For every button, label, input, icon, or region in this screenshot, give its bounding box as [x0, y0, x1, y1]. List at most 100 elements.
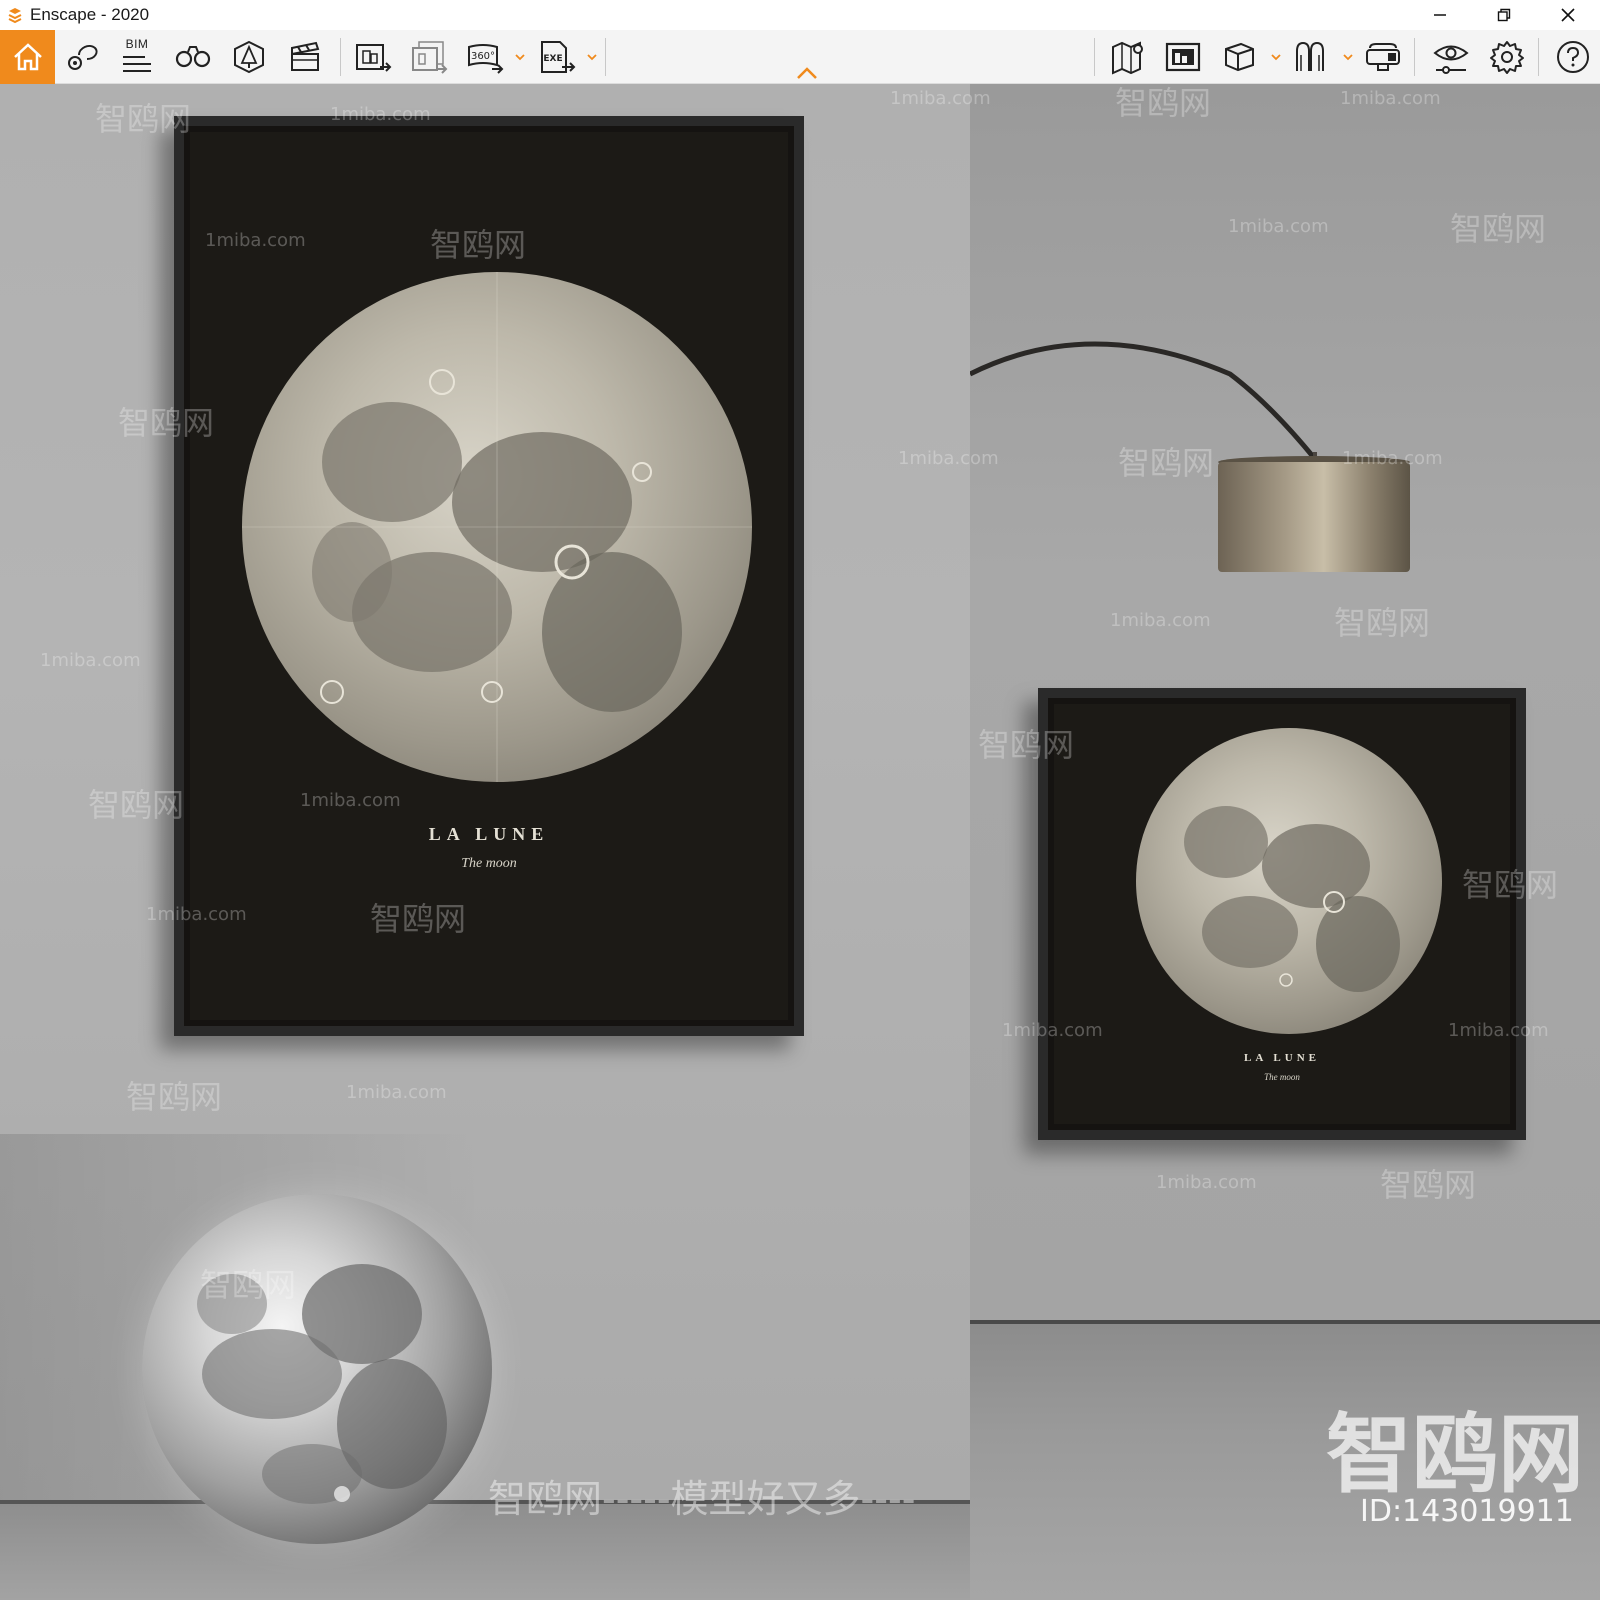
- material-editor-button[interactable]: [1288, 30, 1334, 84]
- watermark-url: 1miba.com: [898, 448, 999, 469]
- watermark-cn: 智鸥网: [200, 1266, 297, 1304]
- watermark-cn: 智鸥网: [370, 900, 467, 938]
- batch-render-icon: [412, 41, 448, 74]
- watermark-cn: 智鸥网: [1118, 444, 1215, 482]
- settings-gear-icon: [1490, 41, 1524, 74]
- panorama-dropdown-chevron-icon[interactable]: [514, 50, 526, 64]
- asset-library-button[interactable]: [226, 30, 272, 84]
- vr-headset-button[interactable]: [1360, 30, 1406, 84]
- poster-title-small: LA LUNE: [1244, 1052, 1320, 1064]
- moon-lamp: [142, 1194, 492, 1544]
- watermark-cn: 智鸥网: [118, 404, 215, 442]
- watermark-url: 1miba.com: [205, 230, 306, 251]
- binoculars-button[interactable]: [170, 30, 216, 84]
- exe-export-icon: EXE: [541, 41, 576, 73]
- watermark-brand: 智鸥网: [1326, 1405, 1584, 1505]
- main-toolbar: BIM 360° EXE: [0, 30, 1600, 84]
- watermark-cn: 智鸥网: [126, 1078, 223, 1116]
- poster-subtitle-small: The moon: [1264, 1072, 1300, 1082]
- screenshot-export-button[interactable]: [350, 30, 396, 84]
- watermark-url: 1miba.com: [1228, 216, 1329, 237]
- watermark-url: 1miba.com: [1342, 448, 1443, 469]
- asset-library-icon: [234, 40, 264, 74]
- toolbar-separator: [605, 38, 606, 76]
- watermark-url: 1miba.com: [890, 88, 991, 109]
- watermark-cn: 智鸥网: [1450, 210, 1547, 248]
- map-icon: [1112, 41, 1143, 75]
- watermark-url: 1miba.com: [1340, 88, 1441, 109]
- views-button[interactable]: [60, 30, 106, 84]
- help-icon: [1557, 41, 1589, 73]
- poster-title-large: LA LUNE: [428, 824, 550, 844]
- enscape-window: Enscape - 2020 BIM 360° EXE LA LUNE The …: [0, 0, 1600, 1600]
- close-button[interactable]: [1536, 0, 1600, 30]
- restore-button[interactable]: [1472, 0, 1536, 30]
- visual-settings-icon: [1433, 45, 1469, 74]
- watermark-url: 1miba.com: [1110, 610, 1211, 631]
- material-editor-icon: [1296, 41, 1324, 71]
- watermark-cn: 智鸥网: [1380, 1166, 1477, 1204]
- watermark-cn: 智鸥网: [430, 226, 527, 264]
- home-button[interactable]: [0, 30, 55, 84]
- collapse-toolbar-chevron-icon[interactable]: [796, 66, 818, 85]
- minimize-button[interactable]: [1408, 0, 1472, 30]
- bim-icon: [123, 56, 151, 72]
- screenshot-button[interactable]: [1160, 30, 1206, 84]
- material-dropdown-chevron-icon[interactable]: [1342, 50, 1354, 64]
- help-button[interactable]: [1550, 30, 1596, 84]
- watermark-url: 1miba.com: [346, 1082, 447, 1103]
- export-dropdown-chevron-icon[interactable]: [586, 50, 598, 64]
- watermark-cn: 智鸥网: [978, 726, 1075, 764]
- panorama-360-icon: 360°: [468, 44, 504, 74]
- watermark-url: 1miba.com: [40, 650, 141, 671]
- svg-text:360°: 360°: [471, 51, 495, 62]
- cube-view-icon: [1225, 42, 1254, 72]
- cube-view-button[interactable]: [1216, 30, 1262, 84]
- watermark-cn: 智鸥网: [1115, 84, 1212, 122]
- watermark-slogan: 智鸥网-----模型好又多----: [488, 1477, 916, 1521]
- batch-render-button[interactable]: [406, 30, 452, 84]
- watermark-url: 1miba.com: [146, 904, 247, 925]
- watermark-cn: 智鸥网: [1462, 866, 1559, 904]
- home-icon: [13, 43, 42, 71]
- restore-icon: [1497, 8, 1511, 22]
- views-icon: [68, 45, 98, 70]
- watermark-id: ID:143019911: [1360, 1494, 1574, 1529]
- video-editor-button[interactable]: [282, 30, 328, 84]
- watermark-url: 1miba.com: [1002, 1020, 1103, 1041]
- toolbar-separator: [1414, 38, 1415, 76]
- exe-export-button[interactable]: EXE: [534, 30, 580, 84]
- poster-subtitle-large: The moon: [461, 856, 517, 871]
- render-viewport[interactable]: LA LUNE The moon LA LUNE The moon 智鸥网 1m…: [0, 84, 1600, 1600]
- screenshot-export-icon: [356, 44, 392, 72]
- cube-view-dropdown-chevron-icon[interactable]: [1270, 50, 1282, 64]
- watermark-url: 1miba.com: [330, 104, 431, 125]
- screenshot-icon: [1165, 42, 1201, 72]
- bim-label: BIM: [125, 37, 149, 51]
- settings-button[interactable]: [1484, 30, 1530, 84]
- watermark-url: 1miba.com: [1448, 1020, 1549, 1041]
- svg-text:EXE: EXE: [543, 54, 562, 64]
- visual-settings-button[interactable]: [1428, 30, 1474, 84]
- window-title: Enscape - 2020: [30, 5, 150, 24]
- minimize-icon: [1434, 14, 1446, 16]
- enscape-logo-icon: [4, 4, 26, 26]
- toolbar-separator: [1538, 38, 1539, 76]
- lamp-shade: [1218, 462, 1410, 572]
- toolbar-separator: [340, 38, 341, 76]
- panorama-360-button[interactable]: 360°: [462, 30, 508, 84]
- watermark-cn: 智鸥网: [88, 786, 185, 824]
- binoculars-icon: [175, 46, 211, 68]
- close-icon: [1561, 8, 1575, 22]
- small-moon-poster: LA LUNE The moon: [1038, 688, 1526, 1140]
- bim-button[interactable]: BIM: [114, 30, 160, 84]
- map-button[interactable]: [1106, 30, 1152, 84]
- watermark-cn: 智鸥网: [95, 100, 192, 138]
- moon-engraving-large: [242, 272, 752, 782]
- title-bar: Enscape - 2020: [0, 0, 1600, 30]
- moon-engraving-small: [1136, 728, 1442, 1034]
- watermark-url: 1miba.com: [1156, 1172, 1257, 1193]
- watermark-url: 1miba.com: [300, 790, 401, 811]
- watermark-cn: 智鸥网: [1334, 604, 1431, 642]
- vr-headset-icon: [1366, 43, 1400, 71]
